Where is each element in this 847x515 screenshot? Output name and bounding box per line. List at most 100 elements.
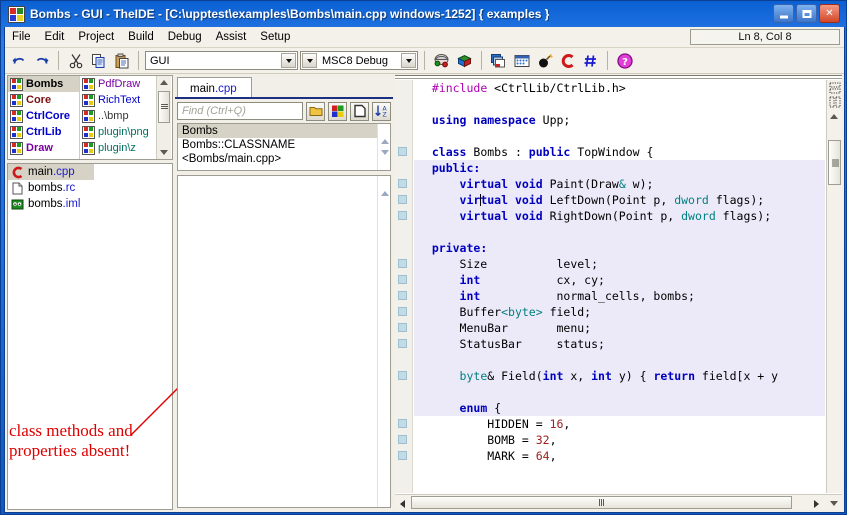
gutter-marker[interactable] [398,435,407,444]
scroll-up-icon[interactable] [381,179,389,191]
close-button[interactable]: ✕ [819,4,840,23]
package-item-plugin-png[interactable]: plugin\png [80,124,156,140]
menu-build[interactable]: Build [121,29,161,45]
package-item-richtext[interactable]: RichText [80,92,156,108]
menu-project[interactable]: Project [71,29,121,45]
debug-icon[interactable] [557,50,578,71]
scroll-right-icon[interactable] [810,499,822,508]
search-input[interactable]: Find (Ctrl+Q) [177,102,303,120]
scroll-down-icon[interactable] [157,146,171,159]
file-item-bombs-iml[interactable]: bombs.iml [8,196,172,212]
package-item-draw[interactable]: Draw [8,140,79,156]
redo-icon[interactable] [31,50,52,71]
gutter-marker[interactable] [398,259,407,268]
package-item-core[interactable]: Core [8,92,79,108]
package-item-plugin-z[interactable]: plugin\z [80,140,156,156]
gutter-marker[interactable] [398,451,407,460]
editor-horizontal-scrollbar[interactable] [395,494,842,510]
scroll-left-icon[interactable] [396,499,408,508]
package-item-ctrllib[interactable]: CtrlLib [8,124,79,140]
package-scrollbar[interactable] [156,76,171,159]
minimize-button[interactable] [773,4,794,23]
package-label: PdfDraw [98,78,140,90]
editor-hscroll-thumb[interactable] [411,496,792,509]
menu-debug[interactable]: Debug [161,29,209,45]
help-icon[interactable]: ? [614,50,635,71]
paste-icon[interactable] [111,50,132,71]
assist-list-body[interactable]: Bombs Bombs::CLASSNAME <Bombs/main.cpp> [178,124,377,170]
execute-icon[interactable] [534,50,555,71]
toolbar-separator-3 [424,51,425,70]
gutter-marker[interactable] [398,211,407,220]
setup-build-methods-icon[interactable] [431,50,452,71]
build-and-debug-icon[interactable] [488,50,509,71]
scroll-up-icon[interactable] [157,76,171,89]
scroll-down-icon[interactable] [828,499,840,508]
gutter-marker[interactable] [398,179,407,188]
undo-icon[interactable] [8,50,29,71]
gutter-marker[interactable] [398,323,407,332]
menu-file[interactable]: File [5,29,38,45]
gutter-marker[interactable] [398,419,407,428]
editor-vertical-scrollbar[interactable] [826,80,842,493]
package-item-bmp[interactable]: ..\bmp [80,108,156,124]
assist-detail-body[interactable] [178,176,377,507]
package-item-pdfdraw[interactable]: PdfDraw [80,76,156,92]
build-config-combo[interactable]: MSC8 Debug [300,51,418,70]
client-area: File Edit Project Build Debug Assist Set… [4,27,845,513]
split-vertical-icon[interactable] [829,96,841,108]
code-text[interactable]: #include <CtrlLib/CtrlLib.h> using names… [414,80,825,493]
gutter-marker[interactable] [398,195,407,204]
cpp-file-icon [11,166,24,179]
assist-symbol-list[interactable]: Bombs Bombs::CLASSNAME <Bombs/main.cpp> [177,123,391,171]
tab-main-cpp[interactable]: main.cpp [177,77,252,99]
gutter-marker[interactable] [398,291,407,300]
scroll-up-icon[interactable] [827,110,841,123]
code-view[interactable]: #include <CtrlLib/CtrlLib.h> using names… [395,80,825,493]
assist-item-classname[interactable]: Bombs::CLASSNAME [178,138,377,152]
assist-detail-panel[interactable] [177,175,391,508]
menu-assist[interactable]: Assist [209,29,254,45]
menu-setup[interactable]: Setup [253,29,297,45]
build-method-combo[interactable]: GUI [145,51,298,70]
build-icon[interactable] [511,50,532,71]
file-item-bombs-rc[interactable]: bombs.rc [8,180,172,196]
package-item-bombs[interactable]: Bombs [8,76,79,92]
editor-gutter[interactable] [395,80,413,493]
open-folder-icon[interactable] [306,102,325,121]
package-item-ctrlcore[interactable]: CtrlCore [8,108,79,124]
gutter-marker[interactable] [398,371,407,380]
package-list-main[interactable]: Bombs Core CtrlCore [8,76,80,159]
assist-item-mainfile[interactable]: <Bombs/main.cpp> [178,152,377,166]
package-colors-icon[interactable] [328,102,347,121]
scroll-down-icon[interactable] [381,155,389,167]
page-icon[interactable] [350,102,369,121]
file-item-main-cpp[interactable]: main.cpp [8,164,94,180]
sort-az-icon[interactable]: AZ [372,102,391,121]
editor-scroll-thumb[interactable] [828,140,841,185]
output-mode-icon[interactable] [454,50,475,71]
split-horizontal-icon[interactable] [829,82,841,94]
main-split: Bombs Core CtrlCore [5,75,844,512]
gutter-marker[interactable] [398,339,407,348]
cut-icon[interactable] [65,50,86,71]
gutter-marker[interactable] [398,307,407,316]
gutter-marker[interactable] [398,147,407,156]
assist-scrollbar[interactable] [377,124,390,170]
menu-edit[interactable]: Edit [38,29,72,45]
assist-item-bombs[interactable]: Bombs [178,124,377,138]
file-list[interactable]: main.cpp bombs.rc bombs.im [7,163,173,510]
scroll-up-icon[interactable] [381,127,389,139]
chevron-down-icon-2[interactable] [401,53,416,68]
maximize-button[interactable] [796,4,817,23]
package-icon [10,78,23,91]
assist-detail-scrollbar[interactable] [377,176,390,507]
chevron-down-icon-left[interactable] [302,53,317,68]
chevron-down-icon[interactable] [281,53,296,68]
title-bar[interactable]: Bombs - GUI - TheIDE - [C:\upptest\examp… [4,1,843,27]
scroll-thumb[interactable] [158,91,170,123]
gutter-marker[interactable] [398,275,407,284]
stop-icon[interactable] [580,50,601,71]
package-list-secondary[interactable]: PdfDraw RichText ..\bmp [80,76,156,159]
copy-icon[interactable] [88,50,109,71]
